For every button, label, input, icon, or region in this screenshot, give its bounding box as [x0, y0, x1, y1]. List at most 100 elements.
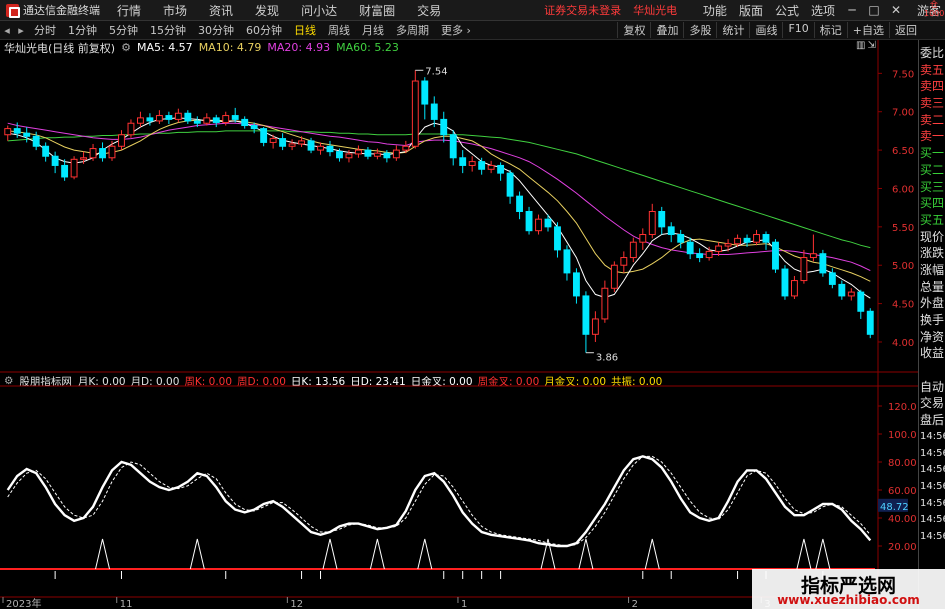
tool-tongji[interactable]: 统计 [716, 22, 749, 38]
side-item-17[interactable]: 净资 [919, 329, 945, 346]
period-more[interactable]: 更多 › [435, 22, 477, 38]
menu-gongneng[interactable]: 功能 [697, 2, 733, 19]
menu-item-shichang[interactable]: 市场 [152, 2, 198, 19]
period-15min[interactable]: 15分钟 [144, 22, 192, 38]
side-item-26[interactable]: 14:56 [919, 479, 945, 496]
period-1min[interactable]: 1分钟 [62, 22, 103, 38]
period-toolbar: ◂ ▸ 分时 1分钟 5分钟 15分钟 30分钟 60分钟 日线 周线 月线 多… [0, 21, 945, 40]
candle-body [610, 264, 618, 289]
tool-f10[interactable]: F10 [782, 22, 813, 38]
candle-body [658, 211, 666, 228]
side-item-27[interactable]: 14:56 [919, 496, 945, 513]
tool-huaxian[interactable]: 画线 [749, 22, 782, 38]
side-item-19[interactable] [919, 362, 945, 379]
candle-body [535, 218, 542, 232]
menu-gongshi[interactable]: 公式 [769, 2, 805, 19]
menu-banmian[interactable]: 版面 [733, 2, 769, 19]
candle-body [13, 128, 21, 134]
current-stock-name: 华灿光电 [633, 4, 678, 17]
candle-body [696, 253, 704, 259]
nav-prev-icon[interactable]: ◂ [0, 24, 14, 37]
tool-duogu[interactable]: 多股 [683, 22, 716, 38]
candle-body [724, 243, 732, 247]
tool-fuquan[interactable]: 复权 [617, 22, 650, 38]
side-item-8[interactable]: 买三 [919, 179, 945, 196]
maximize-icon[interactable]: □ [863, 3, 885, 17]
menu-item-wenxiaoda[interactable]: 问小达 [290, 2, 348, 19]
period-more-label: 更多 [441, 24, 463, 37]
period-monthly[interactable]: 月线 [356, 22, 390, 38]
period-daily[interactable]: 日线 [288, 22, 322, 38]
tool-back[interactable]: 返回 [889, 22, 945, 38]
side-item-10[interactable]: 买五 [919, 212, 945, 229]
period-5min[interactable]: 5分钟 [103, 22, 144, 38]
menu-item-zixun[interactable]: 资讯 [198, 2, 244, 19]
candle-body [847, 291, 855, 297]
side-item-3[interactable]: 卖三 [919, 95, 945, 112]
candle-body [838, 283, 846, 297]
side-item-15[interactable]: 外盘 [919, 295, 945, 312]
period-multi[interactable]: 多周期 [390, 22, 435, 38]
price-tick-label: 5.00 [892, 261, 914, 272]
side-item-12[interactable]: 涨跌 [919, 245, 945, 262]
side-item-23[interactable]: 14:56 [919, 429, 945, 446]
menu-item-caifuquan[interactable]: 财富圈 [348, 2, 406, 19]
tool-add-watchlist[interactable]: +自选 [846, 22, 889, 38]
side-item-28[interactable]: 14:56 [919, 512, 945, 529]
close-icon[interactable]: ✕ [885, 3, 907, 17]
candle-body [212, 117, 220, 123]
side-item-0[interactable]: 委比 [919, 45, 945, 62]
side-item-22[interactable]: 盘后 [919, 412, 945, 429]
nav-next-icon[interactable]: ▸ [14, 24, 28, 37]
side-item-9[interactable]: 买四 [919, 195, 945, 212]
period-fenshi[interactable]: 分时 [28, 22, 62, 38]
side-item-21[interactable]: 交易 [919, 395, 945, 412]
ma60-line [7, 130, 871, 249]
panel-toggle-icon[interactable]: ▥ [856, 40, 865, 51]
candle-body [241, 118, 249, 127]
period-weekly[interactable]: 周线 [322, 22, 356, 38]
menu-item-faxian[interactable]: 发现 [244, 2, 290, 19]
menu-xuanxiang[interactable]: 选项 [805, 2, 841, 19]
indicator-tick-label: 80.00 [888, 458, 917, 469]
side-item-2[interactable]: 卖四 [919, 78, 945, 95]
side-item-24[interactable]: 14:56 [919, 446, 945, 463]
candle-body [686, 241, 694, 255]
candle-body [70, 158, 78, 178]
side-item-1[interactable]: 卖五 [919, 62, 945, 79]
login-notice[interactable]: 证券交易未登录 [538, 2, 627, 18]
minimize-icon[interactable]: ─ [841, 3, 863, 17]
candle-body [155, 115, 163, 122]
side-item-13[interactable]: 涨幅 [919, 262, 945, 279]
side-item-14[interactable]: 总量 [919, 279, 945, 296]
side-item-6[interactable]: 买一 [919, 145, 945, 162]
candle-body [743, 237, 751, 243]
candle-body [336, 151, 343, 159]
menu-item-hangqing[interactable]: 行情 [106, 2, 152, 19]
panel-expand-icon[interactable]: ⇲ [867, 40, 875, 51]
side-item-4[interactable]: 卖二 [919, 112, 945, 129]
signal-triangle [417, 538, 433, 570]
menu-item-jiaoyi[interactable]: 交易 [406, 2, 452, 19]
candle-body [449, 134, 457, 159]
side-item-11[interactable]: 现价 [919, 229, 945, 246]
candle-body [544, 218, 552, 228]
side-top-label-2: 1000 [924, 9, 945, 18]
period-30min[interactable]: 30分钟 [192, 22, 240, 38]
tool-diejia[interactable]: 叠加 [650, 22, 683, 38]
indicator-tick-label: 120.0 [888, 402, 917, 413]
tool-biaoji[interactable]: 标记 [813, 22, 847, 38]
side-top-tag: 仓 1000 [924, 0, 944, 18]
side-item-7[interactable]: 买二 [919, 162, 945, 179]
side-item-25[interactable]: 14:56 [919, 462, 945, 479]
signal-triangle [815, 538, 831, 570]
side-item-16[interactable]: 换手 [919, 312, 945, 329]
candle-body [118, 134, 125, 147]
side-item-29[interactable]: 14:56 [919, 529, 945, 546]
period-60min[interactable]: 60分钟 [240, 22, 288, 38]
side-item-18[interactable]: 收益 [919, 345, 945, 362]
chart-canvas[interactable]: 7.50 7.00 6.50 6.00 5.50 5.00 4.50 4.00 7.54 3.86… [0, 40, 918, 609]
side-item-5[interactable]: 卖一 [919, 128, 945, 145]
side-item-20[interactable]: 自动 [919, 379, 945, 396]
price-tick-label: 6.50 [892, 146, 914, 157]
